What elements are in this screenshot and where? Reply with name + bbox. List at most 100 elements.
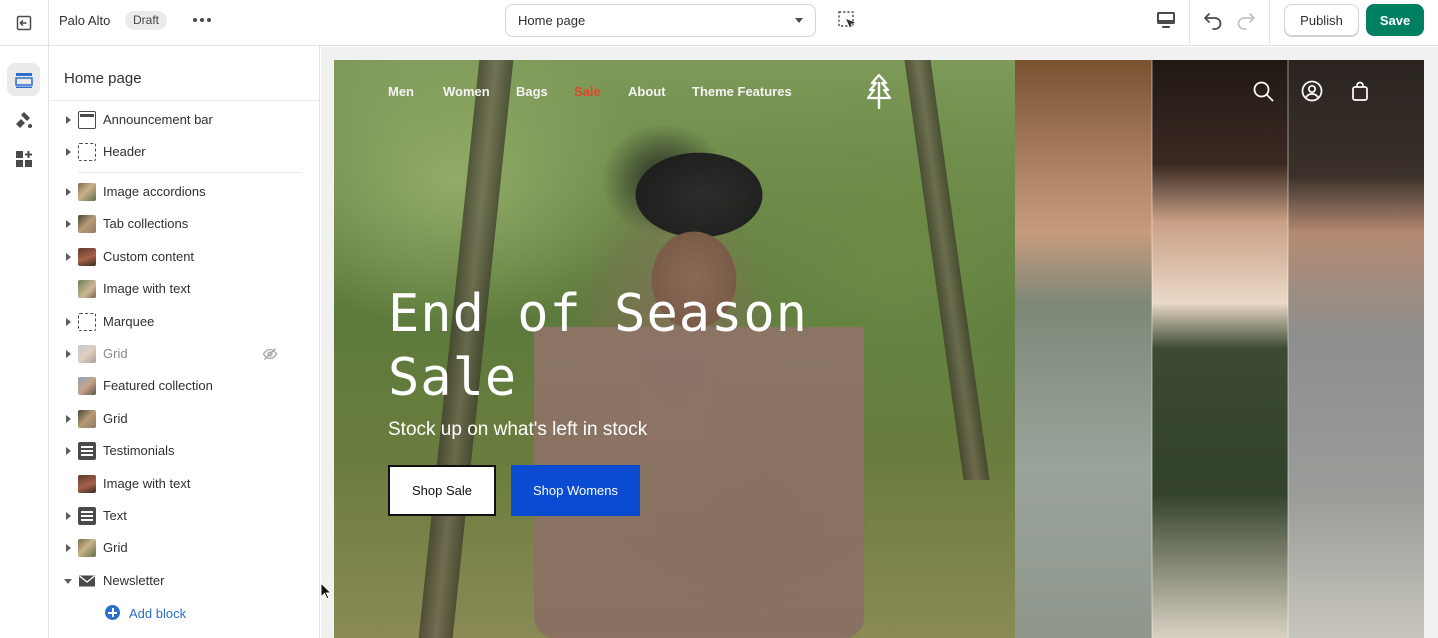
section-label: Tab collections bbox=[103, 216, 189, 231]
chevron-right-icon[interactable] bbox=[66, 148, 71, 156]
section-thumbnail bbox=[78, 377, 96, 395]
undo-button[interactable] bbox=[1201, 8, 1225, 32]
theme-settings-icon bbox=[15, 111, 32, 128]
section-label: Testimonials bbox=[103, 443, 175, 458]
eye-hidden-icon[interactable] bbox=[262, 346, 278, 362]
nav-link-women[interactable]: Women bbox=[443, 84, 490, 99]
store-name: Palo Alto bbox=[59, 13, 111, 28]
section-item-tab-collections[interactable]: Tab collections bbox=[50, 209, 319, 239]
rail-apps-button[interactable] bbox=[7, 142, 40, 175]
marquee-icon bbox=[78, 313, 96, 331]
chevron-right-icon[interactable] bbox=[66, 350, 71, 358]
chevron-right-icon[interactable] bbox=[66, 253, 71, 261]
more-actions-button[interactable] bbox=[190, 10, 214, 30]
account-icon[interactable] bbox=[1301, 80, 1323, 102]
cart-icon[interactable] bbox=[1349, 80, 1371, 102]
section-item-image-accordions[interactable]: Image accordions bbox=[50, 177, 319, 207]
publish-button[interactable]: Publish bbox=[1284, 4, 1359, 36]
section-label: Header bbox=[103, 144, 146, 159]
section-item-custom-content[interactable]: Custom content bbox=[50, 242, 319, 272]
section-label: Custom content bbox=[103, 249, 195, 264]
section-item-testimonials[interactable]: Testimonials bbox=[50, 436, 319, 466]
chevron-right-icon[interactable] bbox=[66, 220, 71, 228]
chevron-right-icon[interactable] bbox=[66, 415, 71, 423]
announcement-bar-icon bbox=[78, 111, 96, 129]
divider bbox=[78, 172, 302, 173]
redo-icon bbox=[1237, 13, 1255, 30]
section-thumbnail bbox=[78, 345, 96, 363]
sidebar-title: Home page bbox=[64, 70, 142, 87]
sections-icon bbox=[14, 72, 33, 88]
chevron-right-icon[interactable] bbox=[66, 116, 71, 124]
exit-button[interactable] bbox=[0, 0, 49, 46]
rail-sections-button[interactable] bbox=[7, 63, 40, 96]
chevron-right-icon[interactable] bbox=[66, 318, 71, 326]
section-label: Image accordions bbox=[103, 184, 206, 199]
shop-womens-button[interactable]: Shop Womens bbox=[511, 465, 640, 516]
section-item-announcement-bar[interactable]: Announcement bar bbox=[50, 105, 319, 135]
chevron-right-icon[interactable] bbox=[66, 544, 71, 552]
ellipsis-icon bbox=[193, 18, 197, 22]
sections-sidebar: Home page Announcement bar Header Image … bbox=[50, 46, 320, 638]
section-label: Image with text bbox=[103, 281, 191, 296]
chevron-right-icon[interactable] bbox=[66, 512, 71, 520]
nav-link-about[interactable]: About bbox=[628, 84, 666, 99]
header-icon bbox=[78, 143, 96, 161]
tree-logo-icon[interactable] bbox=[864, 74, 894, 110]
section-item-marquee[interactable]: Marquee bbox=[50, 307, 319, 337]
section-item-text[interactable]: Text bbox=[50, 501, 319, 531]
section-item-newsletter[interactable]: Newsletter bbox=[50, 566, 319, 596]
hero-model-photo bbox=[1288, 60, 1424, 638]
hero-model-photo bbox=[1015, 60, 1152, 638]
section-item-image-with-text[interactable]: Image with text bbox=[50, 274, 319, 304]
section-thumbnail bbox=[78, 183, 96, 201]
section-label: Marquee bbox=[103, 314, 155, 329]
text-section-icon bbox=[78, 507, 96, 525]
chevron-right-icon[interactable] bbox=[66, 447, 71, 455]
section-item-grid[interactable]: Grid bbox=[50, 404, 319, 434]
section-label: Grid bbox=[103, 540, 128, 555]
section-label: Grid bbox=[103, 411, 128, 426]
hero-model-photo bbox=[1152, 60, 1288, 638]
section-thumbnail bbox=[78, 410, 96, 428]
section-thumbnail bbox=[78, 248, 96, 266]
section-item-grid[interactable]: Grid bbox=[50, 533, 319, 563]
section-thumbnail bbox=[78, 539, 96, 557]
mouse-cursor-icon bbox=[320, 582, 332, 600]
section-label: Image with text bbox=[103, 476, 191, 491]
chevron-down-icon[interactable] bbox=[64, 579, 72, 584]
divider bbox=[50, 100, 319, 101]
redo-button[interactable] bbox=[1234, 8, 1258, 32]
section-item-grid-hidden[interactable]: Grid bbox=[50, 339, 319, 369]
hero-subtitle: Stock up on what's left in stock bbox=[388, 419, 648, 440]
nav-link-men[interactable]: Men bbox=[388, 84, 414, 99]
hero-title: End of Season Sale bbox=[388, 284, 808, 408]
envelope-icon bbox=[79, 575, 95, 587]
section-item-image-with-text[interactable]: Image with text bbox=[50, 469, 319, 499]
rail-theme-settings-button[interactable] bbox=[7, 103, 40, 136]
section-item-featured-collection[interactable]: Featured collection bbox=[50, 371, 319, 401]
section-thumbnail bbox=[78, 280, 96, 298]
save-button[interactable]: Save bbox=[1366, 4, 1424, 36]
section-label: Announcement bar bbox=[103, 112, 213, 127]
shop-sale-button[interactable]: Shop Sale bbox=[388, 465, 496, 516]
page-selector[interactable]: Home page bbox=[505, 4, 816, 37]
section-label: Text bbox=[103, 508, 127, 523]
section-label: Grid bbox=[103, 346, 128, 361]
toolbar-divider bbox=[1189, 0, 1190, 46]
storefront-preview[interactable]: Men Women Bags Sale About Theme Features… bbox=[334, 60, 1424, 638]
chevron-down-icon bbox=[795, 18, 803, 23]
text-section-icon bbox=[78, 442, 96, 460]
exit-icon bbox=[16, 15, 32, 31]
section-thumbnail bbox=[78, 215, 96, 233]
top-bar: Palo Alto Draft Home page Publish Save bbox=[0, 0, 1438, 46]
device-preview-button[interactable] bbox=[1154, 9, 1178, 31]
nav-link-sale[interactable]: Sale bbox=[574, 84, 601, 99]
chevron-right-icon[interactable] bbox=[66, 188, 71, 196]
nav-link-bags[interactable]: Bags bbox=[516, 84, 548, 99]
nav-link-theme-features[interactable]: Theme Features bbox=[692, 84, 792, 99]
search-icon[interactable] bbox=[1252, 80, 1274, 102]
inspector-toggle-button[interactable] bbox=[836, 9, 858, 31]
editor-rail bbox=[0, 46, 49, 638]
section-item-header[interactable]: Header bbox=[50, 137, 319, 167]
